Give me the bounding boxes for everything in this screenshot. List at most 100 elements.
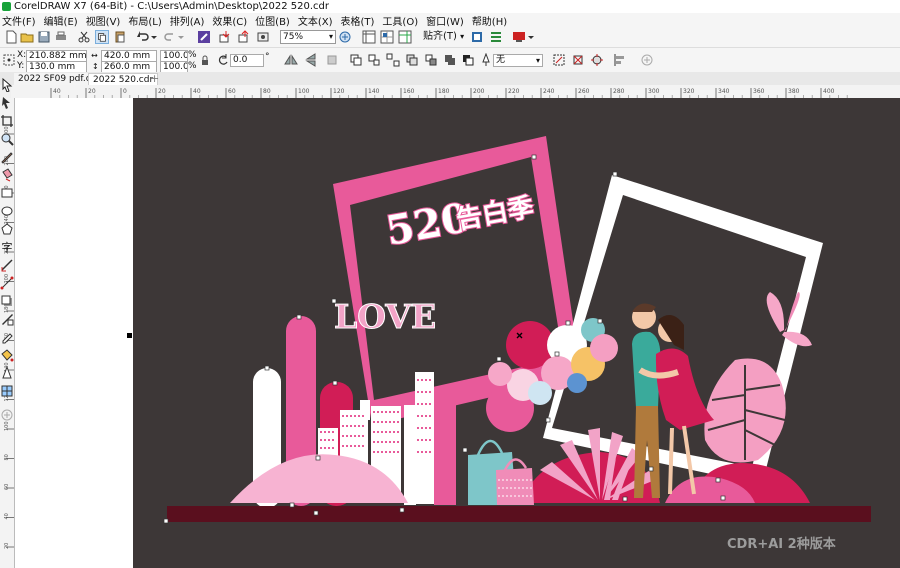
- mirror-vertical-icon[interactable]: [304, 53, 318, 67]
- polygon-tool-icon[interactable]: [0, 222, 14, 236]
- drop-shadow-tool-icon[interactable]: [0, 294, 14, 308]
- object-origin-icon[interactable]: [2, 53, 16, 67]
- parallel-dimension-tool-icon[interactable]: [0, 258, 14, 272]
- add-icon[interactable]: [640, 53, 654, 67]
- crop-tool-icon[interactable]: [0, 114, 14, 128]
- export-icon[interactable]: [237, 30, 251, 44]
- menu-effects[interactable]: 效果(C): [210, 13, 253, 28]
- menu-help[interactable]: 帮助(H): [470, 13, 513, 28]
- application-launcher-icon[interactable]: [512, 30, 526, 44]
- mirror-horizontal-icon[interactable]: [284, 53, 298, 67]
- welcome-screen-icon[interactable]: [470, 30, 484, 44]
- transparency-tool-icon[interactable]: [0, 312, 14, 326]
- menu-layout[interactable]: 布局(L): [126, 13, 167, 28]
- weld-icon[interactable]: [443, 53, 457, 67]
- group-icon[interactable]: [349, 53, 363, 67]
- break-apart-icon[interactable]: [424, 53, 438, 67]
- interactive-fill-icon[interactable]: [0, 348, 14, 362]
- full-screen-preview-icon[interactable]: [338, 30, 352, 44]
- paste-icon[interactable]: [113, 30, 127, 44]
- menu-table[interactable]: 表格(T): [339, 13, 381, 28]
- ungroup-icon[interactable]: [367, 53, 381, 67]
- menu-view[interactable]: 视图(V): [84, 13, 127, 28]
- dark-red-ground[interactable]: [167, 506, 871, 522]
- rectangle-tool-icon[interactable]: [0, 186, 14, 200]
- love-text[interactable]: LOVE: [334, 297, 437, 337]
- ruler-tick-label: 60: [228, 88, 236, 95]
- ellipse-tool-icon[interactable]: [0, 204, 14, 218]
- redo-dropdown-icon[interactable]: [177, 30, 185, 44]
- add-tool-icon[interactable]: [0, 408, 14, 422]
- smart-fill-tool-icon[interactable]: [0, 168, 14, 182]
- ruler-tick-label: 200: [473, 88, 485, 95]
- ruler-tick-label: 340: [718, 88, 730, 95]
- y-position-label: Y:: [17, 61, 25, 71]
- horizontal-ruler[interactable]: 40 20 0 20 40 60 80 100 120 140 160 180 200 220 240 260…: [11, 85, 900, 99]
- menu-window[interactable]: 窗口(W): [424, 13, 470, 28]
- undo-icon[interactable]: [136, 30, 150, 44]
- ruler-tick-label: 20: [4, 543, 10, 549]
- new-document-icon[interactable]: [4, 30, 18, 44]
- undo-dropdown-icon[interactable]: [150, 30, 158, 44]
- snap-to-dropdown[interactable]: 贴齐(T) ▾: [420, 30, 467, 44]
- shape-tool-icon[interactable]: [0, 96, 14, 110]
- show-guidelines-icon[interactable]: [398, 30, 412, 44]
- rotation-icon: [216, 53, 230, 67]
- color-eyedropper-icon[interactable]: [0, 330, 14, 344]
- lock-ratio-icon[interactable]: [200, 54, 210, 68]
- ruler-tick-label: 40: [193, 88, 201, 95]
- menu-arrange[interactable]: 排列(A): [168, 13, 211, 28]
- align-distribute-icon[interactable]: [613, 53, 627, 67]
- zoom-tool-icon[interactable]: [0, 132, 14, 146]
- outline-width-select[interactable]: 无 ▾: [493, 54, 543, 67]
- options-icon[interactable]: [489, 30, 503, 44]
- ruler-tick-label: 140: [368, 88, 380, 95]
- import-icon[interactable]: [218, 30, 232, 44]
- ruler-tick-label: 320: [683, 88, 695, 95]
- straight-line-connector-icon[interactable]: [0, 276, 14, 290]
- ruler-tick-label: 260: [578, 88, 590, 95]
- create-boundary-icon[interactable]: [552, 53, 566, 67]
- x-position-label: X:: [17, 50, 27, 60]
- menu-edit[interactable]: 编辑(E): [42, 13, 84, 28]
- smart-fill-icon[interactable]: [0, 366, 14, 380]
- mesh-fill-icon[interactable]: [0, 384, 14, 398]
- clear-transformations-icon[interactable]: [571, 53, 585, 67]
- ruler-tick-label: 360: [753, 88, 765, 95]
- outline-width-value: 无: [496, 55, 506, 65]
- publish-pdf-icon[interactable]: [256, 30, 270, 44]
- cut-icon[interactable]: [77, 30, 91, 44]
- hairline-outline-icon[interactable]: [325, 53, 339, 67]
- menu-file[interactable]: 文件(F): [0, 13, 42, 28]
- ruler-tick-label: 0: [123, 88, 127, 95]
- drawing-canvas[interactable]: 520 告白季 LOVE: [15, 98, 900, 568]
- text-tool-icon[interactable]: 字: [0, 240, 14, 254]
- selection-handle[interactable]: [127, 333, 132, 338]
- pick-tool-icon[interactable]: [0, 78, 14, 92]
- open-folder-icon[interactable]: [20, 30, 34, 44]
- print-icon[interactable]: [54, 30, 68, 44]
- watermark-text: CDR+AI 2种版本: [727, 537, 836, 552]
- show-grid-icon[interactable]: [380, 30, 394, 44]
- redo-icon[interactable]: [163, 30, 177, 44]
- rotation-degree-unit: °: [265, 52, 270, 62]
- copy-icon[interactable]: [95, 30, 109, 44]
- menu-bitmaps[interactable]: 位图(B): [253, 13, 296, 28]
- chevron-down-icon: ▾: [460, 32, 465, 41]
- menu-tools[interactable]: 工具(O): [380, 13, 424, 28]
- ungroup-all-icon[interactable]: [386, 53, 400, 67]
- combine-icon[interactable]: [405, 53, 419, 67]
- freehand-tool-icon[interactable]: [0, 150, 14, 164]
- chevron-down-icon: ▾: [535, 56, 540, 65]
- quick-customize-icon[interactable]: [590, 53, 604, 67]
- new-tab-icon[interactable]: +: [146, 73, 163, 85]
- document-tab-bar: 2022 SF09 pdf.cdr 2022 520.cdr +: [0, 72, 900, 86]
- search-content-icon[interactable]: [197, 30, 211, 44]
- trim-icon[interactable]: [461, 53, 475, 67]
- rotation-angle-field[interactable]: 0.0: [230, 54, 264, 67]
- show-rulers-icon[interactable]: [362, 30, 376, 44]
- launcher-dropdown-icon[interactable]: [527, 30, 535, 44]
- save-icon[interactable]: [37, 30, 51, 44]
- menu-text[interactable]: 文本(X): [296, 13, 339, 28]
- zoom-level-select[interactable]: 75% ▾: [280, 30, 336, 44]
